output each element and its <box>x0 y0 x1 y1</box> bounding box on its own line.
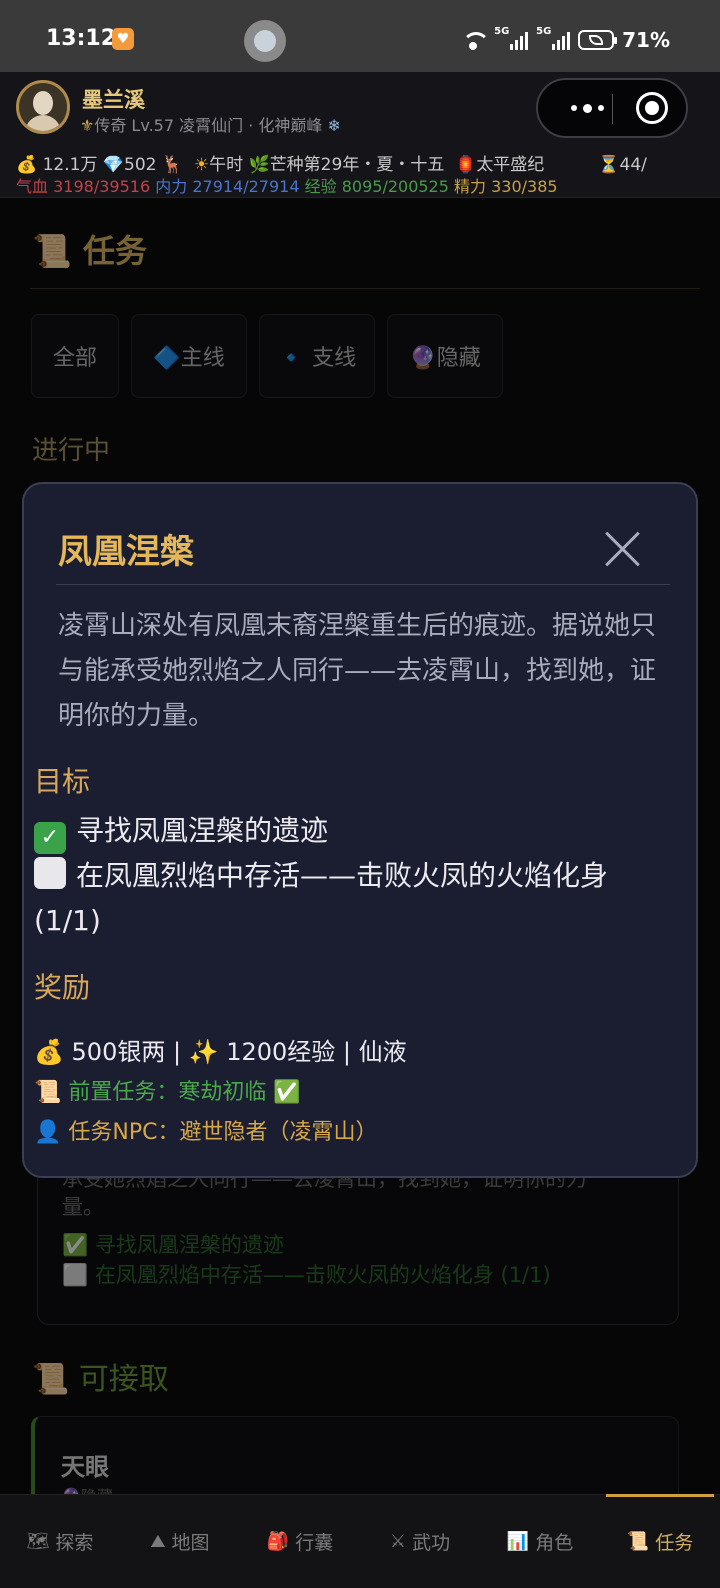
system-status-bar: 13:12 ♥ 5G 5G 71% <box>0 0 720 72</box>
time-of-day: 午时 <box>209 155 244 175</box>
resource-bar: 💰 12.1万 💎502 🦌 ☀午时 🌿芒种第29年・夏・十五 🏮太平盛纪 ⏳4… <box>16 150 647 175</box>
nav-quests[interactable]: 📜 任务 <box>600 1494 720 1588</box>
snowflake-icon: ❄ <box>327 116 341 135</box>
capsule-divider <box>612 94 613 124</box>
exp-label: 经验 <box>304 177 337 196</box>
nav-inventory[interactable]: 🎒 行囊 <box>240 1495 360 1588</box>
objective-pending: 在凤凰烈焰中存活——击败火凤的火焰化身 (1/1) <box>34 857 609 937</box>
nav-character[interactable]: 📊 角色 <box>480 1495 600 1588</box>
stamina-value: 330/385 <box>491 177 558 196</box>
reward-line: 💰 500银两 | ✨ 1200经验 | 仙液 <box>34 1038 407 1066</box>
player-rank: ⚜传奇 Lv.57 凌霄仙门 · 化神巅峰 ❄ <box>80 116 341 135</box>
gem-icon: 💎 <box>102 155 125 175</box>
deer-icon: 🦌 <box>161 155 184 175</box>
nav-skills[interactable]: ⚔ 武功 <box>360 1495 480 1588</box>
player-header: 墨兰溪 ⚜传奇 Lv.57 凌霄仙门 · 化神巅峰 ❄ 💰 12.1万 💎502… <box>0 72 720 198</box>
mountain-icon: ⛰ <box>150 1531 166 1552</box>
signal-icon-2: 5G <box>536 26 571 50</box>
player-name: 墨兰溪 <box>82 88 145 112</box>
scroll-icon: 📜 <box>34 1080 62 1105</box>
stamina-label: 精力 <box>454 177 487 196</box>
more-menu-button[interactable] <box>562 80 612 136</box>
prerequisite-line: 📜 前置任务：寒劫初临 ✅ <box>34 1080 301 1105</box>
season-date: 芒种第29年・夏・十五 <box>269 155 445 175</box>
money-icon: 💰 <box>16 155 38 175</box>
fleur-icon: ⚜ <box>80 116 95 135</box>
health-app-icon: ♥ <box>112 28 134 50</box>
battery-icon <box>578 30 618 50</box>
hourglass-icon: ⏳ <box>598 155 620 175</box>
scroll-icon: 📜 <box>626 1531 650 1552</box>
nav-map[interactable]: ⛰ 地图 <box>120 1495 240 1588</box>
vital-stats: 气血 3198/39516 内力 27914/27914 经验 8095/200… <box>16 173 558 197</box>
hp-value: 3198/39516 <box>53 177 151 196</box>
objective-completed: ✓ 寻找凤凰涅槃的遗迹 <box>34 808 646 854</box>
checkmark-icon: ✓ <box>34 822 66 854</box>
empty-checkbox-icon <box>34 857 66 889</box>
leaf-icon: 🌿 <box>248 155 270 175</box>
map-icon: 🗺 <box>26 1531 50 1552</box>
modal-divider <box>56 584 670 585</box>
mp-label: 内力 <box>155 177 188 196</box>
money-value: 12.1万 <box>42 155 98 175</box>
floating-app-icon[interactable] <box>244 20 286 62</box>
npc-line: 👤 任务NPC：避世隐者（凌霄山） <box>34 1120 378 1145</box>
clock: 13:12 <box>46 26 117 51</box>
battery-percent: 71% <box>622 28 670 52</box>
hp-label: 气血 <box>16 177 49 196</box>
nav-explore[interactable]: 🗺 探索 <box>0 1495 120 1588</box>
close-miniprogram-button[interactable] <box>636 92 668 124</box>
backpack-icon: 🎒 <box>266 1531 290 1552</box>
player-avatar[interactable] <box>16 80 70 134</box>
quest-description: 凌霄山深处有凤凰末裔涅槃重生后的痕迹。据说她只与能承受她烈焰之人同行——去凌霄山… <box>58 611 657 731</box>
chart-icon: 📊 <box>506 1531 530 1552</box>
lantern-icon: 🏮 <box>455 155 477 175</box>
money-bag-icon: 💰 <box>34 1038 64 1066</box>
swords-icon: ⚔ <box>389 1531 407 1552</box>
mp-value: 27914/27914 <box>192 177 300 196</box>
close-icon[interactable] <box>602 528 642 568</box>
exp-value: 8095/200525 <box>341 177 449 196</box>
status-icons: 5G 5G 71% <box>460 26 670 52</box>
era-name: 太平盛纪 <box>476 155 545 175</box>
gem-value: 502 <box>124 155 157 175</box>
sun-icon: ☀ <box>193 155 210 175</box>
bottom-navigation: 🗺 探索 ⛰ 地图 🎒 行囊 ⚔ 武功 📊 角色 📜 任务 <box>0 1494 720 1588</box>
signal-icon: 5G <box>494 26 529 50</box>
modal-title: 凤凰涅槃 <box>58 532 194 572</box>
miniprogram-capsule <box>536 78 688 138</box>
objectives-heading: 目标 <box>34 765 91 798</box>
rewards-heading: 奖励 <box>34 971 91 1004</box>
wifi-icon <box>460 30 491 50</box>
hourglass-value: 44/ <box>619 155 647 175</box>
person-icon: 👤 <box>34 1120 62 1145</box>
